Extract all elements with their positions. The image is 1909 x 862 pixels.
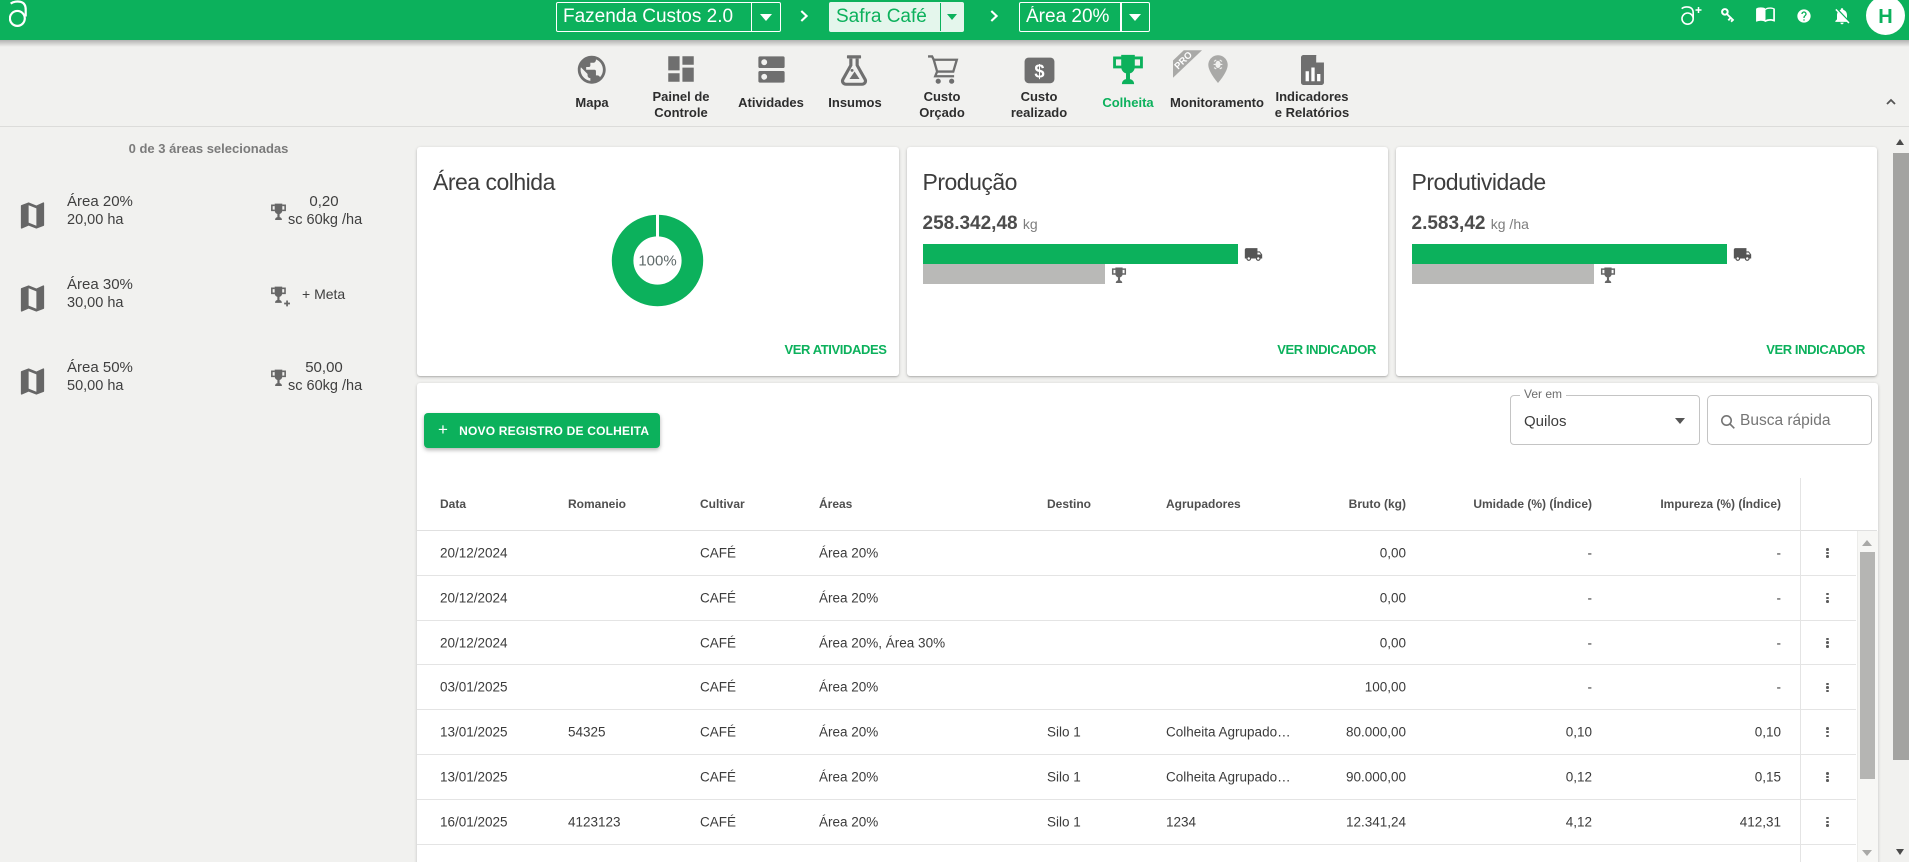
svg-text:100%: 100% — [638, 253, 676, 270]
svg-text:$: $ — [1034, 60, 1045, 81]
